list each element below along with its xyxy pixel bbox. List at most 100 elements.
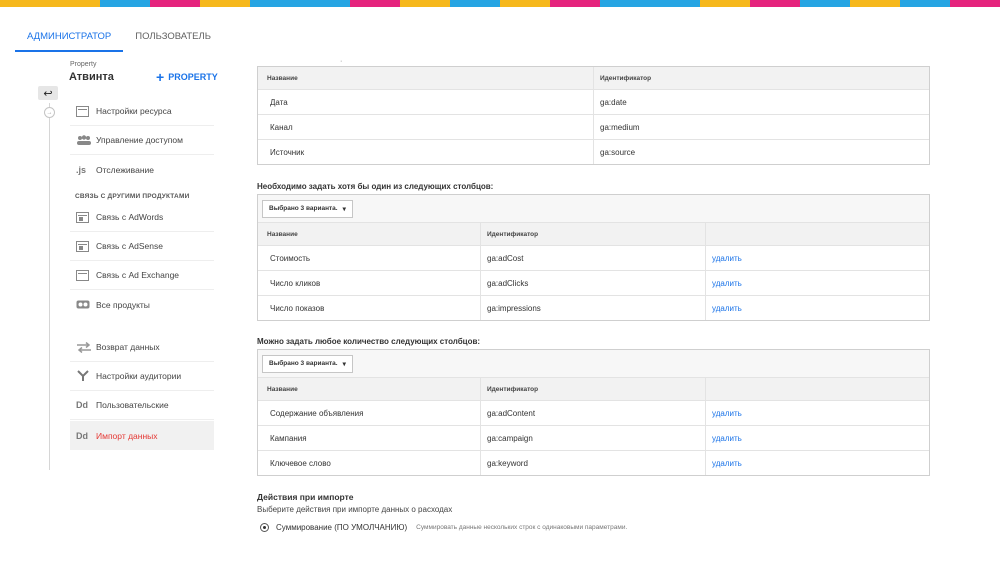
- dd-icon: Dd: [76, 400, 88, 410]
- cell-id: ga:date: [600, 97, 627, 107]
- summation-option-label: Суммирование (ПО УМОЛЧАНИЮ): [276, 523, 408, 532]
- column-header-id: Идентификатор: [600, 74, 652, 82]
- people-icon: [70, 135, 96, 145]
- cell-id: ga:adContent: [481, 401, 706, 425]
- sidebar-item-adsense[interactable]: Связь с AdSense: [70, 232, 214, 261]
- table-toolbar: Выбрано 3 варианта. ▾: [258, 350, 929, 378]
- settings-page-icon: [70, 105, 96, 117]
- adwords-icon: [70, 211, 96, 223]
- table-row: Канал ga:medium: [258, 114, 929, 139]
- delete-link[interactable]: удалить: [706, 296, 929, 320]
- stripe-segment: [900, 0, 950, 7]
- stripe-segment: [350, 0, 400, 7]
- sidebar-item-label: Возврат данных: [96, 342, 160, 352]
- column-header-action: [706, 378, 929, 400]
- column-header-name: Название: [258, 67, 594, 89]
- variants-dropdown[interactable]: Выбрано 3 варианта. ▾: [262, 199, 353, 218]
- sidebar-item-adwords[interactable]: Связь с AdWords: [70, 203, 214, 232]
- stripe-segment: [700, 0, 750, 7]
- table-row: Дата ga:date: [258, 89, 929, 114]
- sidebar-item-audience-settings[interactable]: Настройки аудитории: [70, 362, 214, 391]
- sidebar-item-label: Импорт данных: [96, 430, 158, 441]
- delete-link[interactable]: удалить: [706, 451, 929, 475]
- table-row: Источник ga:source: [258, 139, 929, 164]
- cell-name: Стоимость: [258, 246, 481, 270]
- cell-name: Число показов: [258, 296, 481, 320]
- nav-rail-line: [49, 103, 50, 470]
- back-arrow-icon: ↩: [43, 87, 53, 100]
- table-row: Стоимость ga:adCost удалить: [258, 245, 929, 270]
- sidebar-item-data-import[interactable]: Dd Импорт данных: [70, 421, 214, 450]
- property-name[interactable]: Атвинта: [69, 71, 114, 83]
- sidebar-item-label: Все продукты: [96, 299, 150, 310]
- sidebar-item-adexchange[interactable]: Связь с Ad Exchange: [70, 261, 214, 290]
- column-header-id: Идентификатор: [481, 223, 706, 245]
- stripe-segment: [850, 0, 900, 7]
- table-row: Число кликов ga:adClicks удалить: [258, 270, 929, 295]
- cell-name: Дата: [258, 90, 594, 114]
- column-header-action: [706, 223, 929, 245]
- cell-id: ga:source: [600, 147, 636, 157]
- delete-link[interactable]: удалить: [706, 271, 929, 295]
- required-dimensions-table: Название Идентификатор Дата ga:date Кана…: [257, 66, 930, 165]
- cell-name: Кампания: [258, 426, 481, 450]
- summation-option[interactable]: Суммирование (ПО УМОЛЧАНИЮ) Суммировать …: [260, 523, 627, 532]
- delete-link[interactable]: удалить: [706, 246, 929, 270]
- add-property-button[interactable]: + PROPERTY: [156, 70, 218, 84]
- column-header-name: Название: [258, 223, 481, 245]
- sidebar-item-label: Связь с AdWords: [96, 212, 164, 222]
- import-actions-title: Действия при импорте: [257, 492, 354, 502]
- delete-link[interactable]: удалить: [706, 426, 929, 450]
- stripe-segment: [600, 0, 650, 7]
- stripe-segment: [150, 0, 200, 7]
- cell-id: ga:adCost: [481, 246, 706, 270]
- cell-name: Содержание объявления: [258, 401, 481, 425]
- cell-name: Число кликов: [258, 271, 481, 295]
- dropdown-label: Выбрано 3 варианта.: [269, 205, 338, 212]
- cell-id: ga:medium: [600, 122, 640, 132]
- sidebar-item-label: Настройки ресурса: [96, 106, 172, 116]
- tab-user[interactable]: ПОЛЬЗОВАТЕЛЬ: [123, 30, 223, 52]
- stripe-segment: [100, 0, 150, 7]
- js-icon: .js: [76, 164, 87, 175]
- rail-expand-icon[interactable]: →: [44, 107, 55, 118]
- cell-id: ga:campaign: [481, 426, 706, 450]
- table-header-row: Название Идентификатор: [258, 223, 929, 245]
- tab-administrator[interactable]: АДМИНИСТРАТОР: [15, 30, 124, 52]
- optional-columns-title: Можно задать любое количество следующих …: [257, 337, 481, 346]
- sidebar-item-property-settings[interactable]: Настройки ресурса: [70, 97, 214, 126]
- sidebar-item-tracking[interactable]: .js Отслеживание: [70, 155, 214, 184]
- products-icon: [70, 300, 96, 309]
- stripe-segment: [50, 0, 100, 7]
- adexchange-icon: [70, 269, 96, 281]
- back-arrow-button[interactable]: ↩: [38, 86, 58, 100]
- stripe-segment: [650, 0, 700, 7]
- stripe-segment: [500, 0, 550, 7]
- stripe-segment: [800, 0, 850, 7]
- top-tabs: АДМИНИСТРАТОР ПОЛЬЗОВАТЕЛЬ: [15, 30, 223, 52]
- add-property-label: PROPERTY: [168, 72, 218, 82]
- variants-dropdown[interactable]: Выбрано 3 варианта. ▾: [262, 354, 353, 373]
- sidebar-item-data-return[interactable]: Возврат данных: [70, 333, 214, 362]
- sidebar-item-access-management[interactable]: Управление доступом: [70, 126, 214, 155]
- column-header-name: Название: [258, 378, 481, 400]
- sidebar-item-custom[interactable]: Dd Пользовательские: [70, 391, 214, 420]
- table-row: Кампания ga:campaign удалить: [258, 425, 929, 450]
- sync-arrows-icon: [70, 341, 96, 353]
- property-caption: Property: [70, 61, 97, 68]
- brand-color-stripe: [0, 0, 1000, 7]
- sidebar-item-all-products[interactable]: Все продукты: [70, 290, 214, 319]
- radio-button-selected[interactable]: [260, 523, 269, 532]
- sidebar-item-label: Связь с Ad Exchange: [96, 270, 180, 280]
- sidebar-item-label: Пользовательские: [96, 400, 169, 410]
- required-metrics-title: Необходимо задать хотя бы один из следую…: [257, 182, 494, 191]
- table-row: Ключевое слово ga:keyword удалить: [258, 450, 929, 475]
- dropdown-label: Выбрано 3 варианта.: [269, 360, 338, 367]
- delete-link[interactable]: удалить: [706, 401, 929, 425]
- dd-icon: Dd: [76, 430, 88, 441]
- cell-name: Ключевое слово: [258, 451, 481, 475]
- optional-columns-table: Выбрано 3 варианта. ▾ Название Идентифик…: [257, 349, 930, 476]
- sidebar-item-label: Настройки аудитории: [96, 371, 182, 381]
- cell-id: ga:adClicks: [481, 271, 706, 295]
- stripe-segment: [200, 0, 250, 7]
